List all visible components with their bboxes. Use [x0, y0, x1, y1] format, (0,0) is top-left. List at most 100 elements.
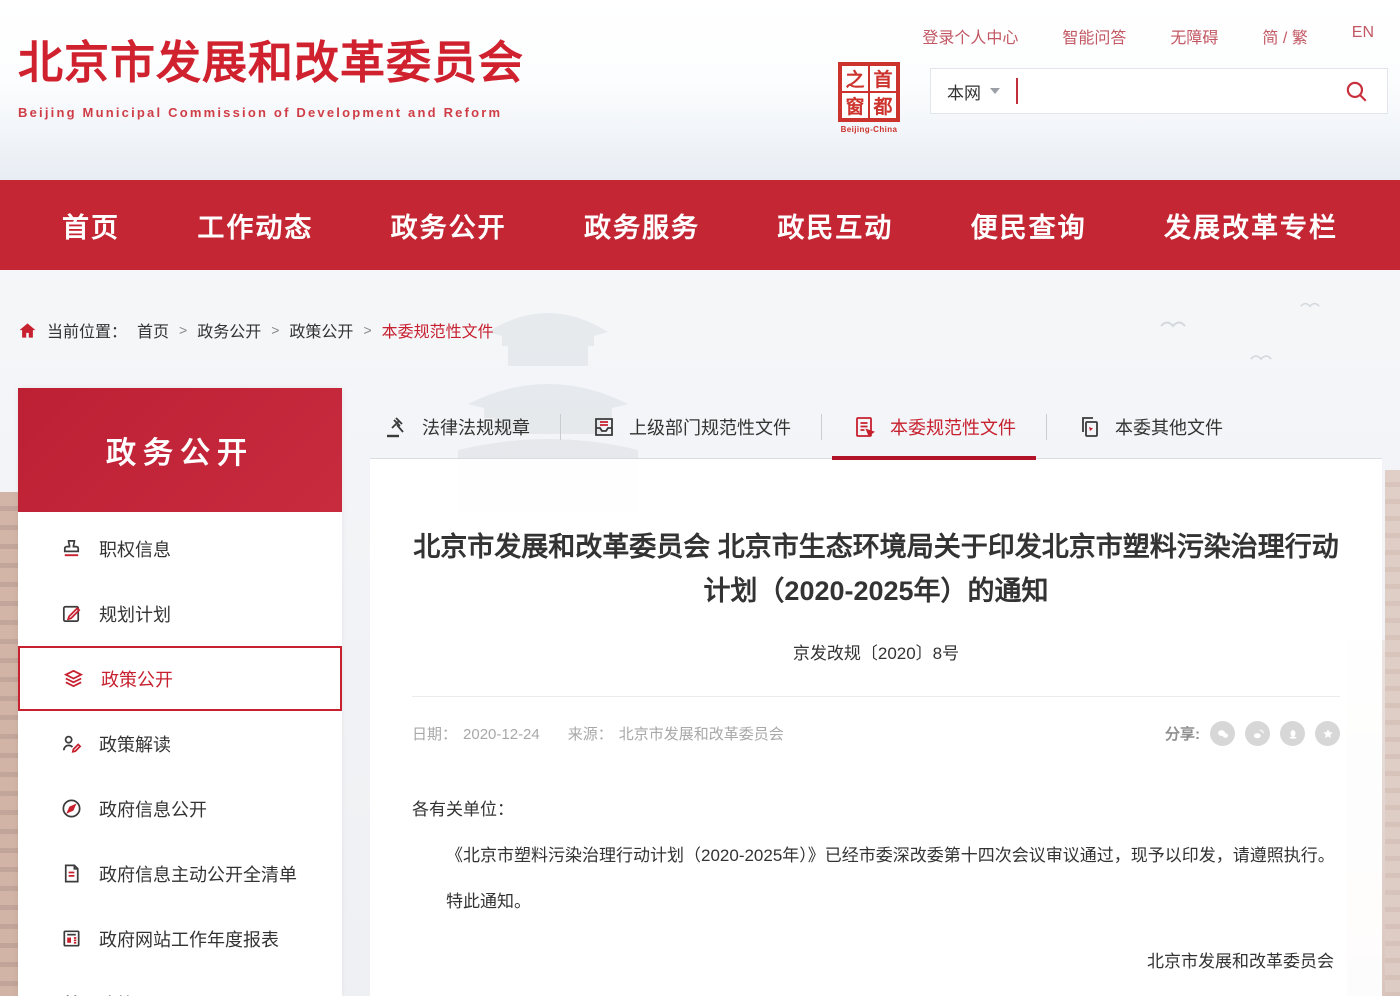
- utility-nav: 登录个人中心 智能问答 无障碍 简 / 繁 EN: [922, 24, 1374, 48]
- stamp-icon: [60, 537, 83, 560]
- breadcrumb-separator: >: [363, 322, 371, 338]
- tab-committee-normative-docs[interactable]: 本委规范性文件: [822, 396, 1046, 458]
- utility-link-english[interactable]: EN: [1352, 24, 1374, 48]
- search-button[interactable]: [1341, 76, 1371, 106]
- sidebar: 政务公开 职权信息 规划计划 政策公开: [18, 388, 342, 996]
- sidebar-item-proactive-disclosure-list[interactable]: 政府信息主动公开全清单: [18, 841, 342, 906]
- tab-superior-normative-docs[interactable]: 上级部门规范性文件: [561, 396, 821, 458]
- tab-bar: 法律法规规章 上级部门规范性文件 本委规范性文件 本: [370, 396, 1382, 459]
- sidebar-header[interactable]: 政务公开: [18, 388, 342, 512]
- seal-char: 窗: [841, 92, 869, 119]
- sidebar-item-label: 政策解读: [99, 731, 171, 757]
- sidebar-item-label: 政府网站工作年度报表: [99, 926, 279, 952]
- seal-caption: Beijing-China: [836, 125, 902, 134]
- breadcrumb-item-policy-open[interactable]: 政策公开: [289, 318, 353, 342]
- utility-link-accessibility[interactable]: 无障碍: [1170, 24, 1218, 48]
- tab-label: 本委规范性文件: [890, 414, 1016, 440]
- page: 北京市发展和改革委员会 Beijing Municipal Commission…: [0, 0, 1400, 996]
- sidebar-item-website-annual-report[interactable]: 政府网站工作年度报表: [18, 906, 342, 971]
- doc-pen-icon: [852, 414, 878, 440]
- sidebar-item-authority-info[interactable]: 职权信息: [18, 516, 342, 581]
- sidebar-item-label: 规划计划: [99, 601, 171, 627]
- weibo-share-icon[interactable]: [1245, 721, 1270, 746]
- seal-char: 首: [869, 65, 897, 92]
- calendar-icon: [60, 992, 83, 996]
- bird-icon: [1250, 352, 1272, 361]
- sidebar-item-label: 政府信息公开: [99, 796, 207, 822]
- date-source: 日期： 2020-12-24 来源： 北京市发展和改革委员会: [412, 723, 790, 744]
- date-label: 日期：: [412, 726, 457, 743]
- doc-number: 京发改规〔2020〕8号: [412, 639, 1340, 664]
- article-greeting: 各有关单位：: [412, 792, 1340, 828]
- sidebar-item-label: 政府信息主动公开全清单: [99, 861, 297, 887]
- article-title: 北京市发展和改革委员会 北京市生态环境局关于印发北京市塑料污染治理行动计划（20…: [412, 525, 1340, 613]
- bird-icon: [1160, 318, 1186, 328]
- gavel-icon: [384, 414, 410, 440]
- nav-item-work-dynamics[interactable]: 工作动态: [197, 206, 313, 245]
- bg-left-photo-strip: [0, 492, 19, 996]
- article-meta: 日期： 2020-12-24 来源： 北京市发展和改革委员会 分享:: [412, 721, 1340, 746]
- tab-label: 上级部门规范性文件: [629, 414, 791, 440]
- breadcrumb: 当前位置： 首页 > 政务公开 > 政策公开 > 本委规范性文件: [18, 318, 494, 342]
- sidebar-item-label: 政策公开: [101, 666, 173, 692]
- annual-report-icon: [60, 927, 83, 950]
- utility-link-login[interactable]: 登录个人中心: [922, 24, 1018, 48]
- sidebar-item-decision-catalog[interactable]: 决策目录: [18, 971, 342, 996]
- site-subtitle: Beijing Municipal Commission of Developm…: [18, 105, 524, 120]
- breadcrumb-item-home[interactable]: 首页: [137, 318, 169, 342]
- qq-share-icon[interactable]: [1280, 721, 1305, 746]
- site-logo[interactable]: 北京市发展和改革委员会 Beijing Municipal Commission…: [18, 26, 524, 120]
- inbox-doc-icon: [591, 414, 617, 440]
- breadcrumb-prefix: 当前位置：: [47, 318, 127, 342]
- search-scope-label: 本网: [947, 79, 981, 104]
- breadcrumb-item-current: 本委规范性文件: [382, 318, 494, 342]
- sidebar-title: 政务公开: [106, 428, 254, 472]
- magnifier-icon: [1343, 78, 1369, 104]
- meta-divider: [412, 696, 1340, 697]
- seal-grid: 之 首 窗 都: [838, 62, 900, 122]
- policy-layers-icon: [62, 667, 85, 690]
- utility-link-simplified-traditional[interactable]: 简 / 繁: [1262, 24, 1307, 48]
- plan-edit-icon: [60, 602, 83, 625]
- share-label: 分享:: [1165, 723, 1200, 744]
- article: 北京市发展和改革委员会 北京市生态环境局关于印发北京市塑料污染治理行动计划（20…: [370, 459, 1382, 996]
- breadcrumb-separator: >: [179, 322, 187, 338]
- tab-label: 本委其他文件: [1115, 414, 1223, 440]
- main-nav: 首页 工作动态 政务公开 政务服务 政民互动 便民查询 发展改革专栏: [0, 180, 1400, 270]
- sidebar-item-policy-open[interactable]: 政策公开: [18, 646, 342, 711]
- interpretation-icon: [60, 732, 83, 755]
- copy-doc-icon: [1077, 414, 1103, 440]
- qzone-share-icon[interactable]: [1315, 721, 1340, 746]
- date-value: 2020-12-24: [463, 726, 540, 743]
- search-box: 本网: [930, 68, 1388, 114]
- bird-icon: [1300, 300, 1320, 308]
- sidebar-item-label: 决策目录: [99, 991, 171, 996]
- search-input[interactable]: [1018, 68, 1341, 114]
- wechat-share-icon[interactable]: [1210, 721, 1235, 746]
- sidebar-item-policy-interpretation[interactable]: 政策解读: [18, 711, 342, 776]
- tab-laws-regulations[interactable]: 法律法规规章: [370, 396, 560, 458]
- source-value: 北京市发展和改革委员会: [619, 726, 784, 743]
- nav-item-gov-services[interactable]: 政务服务: [584, 206, 700, 245]
- search-scope-select[interactable]: 本网: [947, 79, 1000, 104]
- share-bar: 分享:: [1165, 721, 1340, 746]
- site-header: 北京市发展和改革委员会 Beijing Municipal Commission…: [0, 0, 1400, 180]
- capital-window-seal-logo[interactable]: 之 首 窗 都 Beijing-China: [836, 62, 902, 134]
- nav-item-convenience-query[interactable]: 便民查询: [971, 206, 1087, 245]
- breadcrumb-separator: >: [271, 322, 279, 338]
- source-label: 来源：: [568, 726, 613, 743]
- breadcrumb-item-gov-open[interactable]: 政务公开: [197, 318, 261, 342]
- sidebar-item-planning[interactable]: 规划计划: [18, 581, 342, 646]
- nav-item-public-interaction[interactable]: 政民互动: [777, 206, 893, 245]
- article-paragraph: 《北京市塑料污染治理行动计划（2020-2025年）》已经市委深改委第十四次会议…: [412, 838, 1340, 874]
- sidebar-item-gov-info-open[interactable]: 政府信息公开: [18, 776, 342, 841]
- utility-link-smart-qa[interactable]: 智能问答: [1062, 24, 1126, 48]
- tab-label: 法律法规规章: [422, 414, 530, 440]
- article-signature: 北京市发展和改革委员会: [412, 944, 1340, 980]
- tab-committee-other-docs[interactable]: 本委其他文件: [1047, 396, 1253, 458]
- nav-item-reform-column[interactable]: 发展改革专栏: [1164, 206, 1338, 245]
- main-content-column: 法律法规规章 上级部门规范性文件 本委规范性文件 本: [370, 396, 1382, 996]
- list-doc-icon: [60, 862, 83, 885]
- nav-item-gov-open[interactable]: 政务公开: [391, 206, 507, 245]
- nav-item-home[interactable]: 首页: [62, 206, 120, 245]
